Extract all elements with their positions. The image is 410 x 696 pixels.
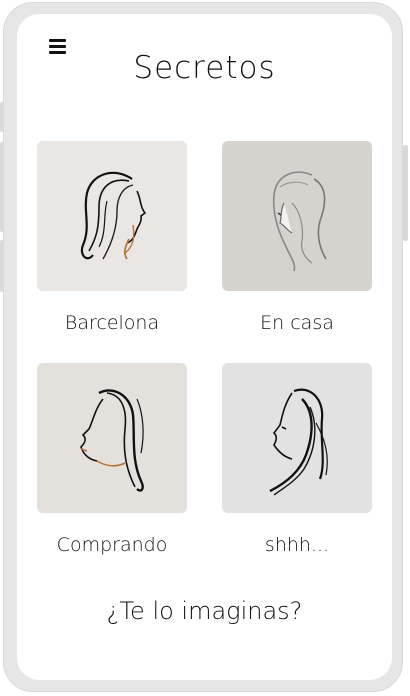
- gallery-card-comprando[interactable]: [37, 363, 187, 513]
- gallery-label-barcelona: Barcelona: [64, 312, 160, 334]
- gallery-label-comprando: Comprando: [56, 534, 168, 556]
- woman-profile-image: [269, 388, 328, 496]
- woman-profile-image: [272, 171, 327, 272]
- woman-profile-image: [80, 389, 144, 492]
- gallery-card-barcelona[interactable]: [37, 141, 187, 291]
- app-screen: Secretos Barcelona En casa Comprando shh…: [17, 14, 392, 680]
- woman-profile-image: [80, 171, 147, 260]
- footer-question: ¿Te lo imaginas?: [106, 597, 303, 625]
- gallery-card-en-casa[interactable]: [222, 141, 372, 291]
- gallery-card-shhh[interactable]: [222, 363, 372, 513]
- gallery-label-en-casa: En casa: [260, 312, 334, 334]
- page-title: Secretos: [133, 50, 276, 86]
- gallery-label-shhh: shhh...: [264, 534, 330, 556]
- power-button: [403, 145, 408, 241]
